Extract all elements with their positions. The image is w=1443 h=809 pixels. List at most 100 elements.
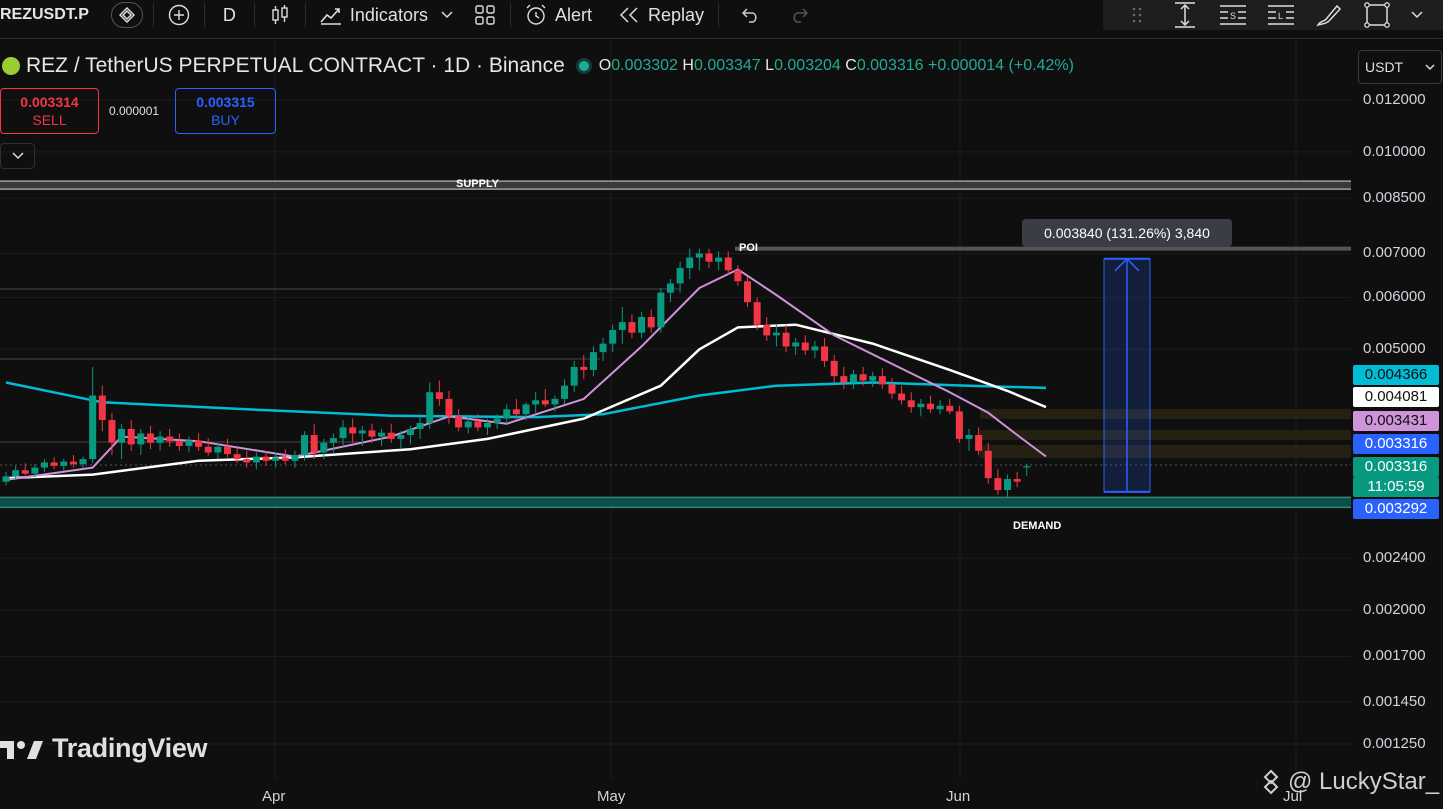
candle xyxy=(898,385,906,405)
candle-body xyxy=(204,446,212,453)
price-tick: 0.002400 xyxy=(1363,549,1426,567)
candle-body xyxy=(898,393,906,401)
low-key: L xyxy=(765,57,775,74)
candle-body xyxy=(532,400,540,405)
candle-body xyxy=(984,450,992,479)
candle-body xyxy=(358,430,366,434)
candle-body xyxy=(233,454,241,460)
candle xyxy=(435,380,443,406)
sell-price: 0.003314 xyxy=(20,94,79,110)
candle xyxy=(69,454,77,468)
candle xyxy=(561,379,569,405)
chart-title[interactable]: REZ / TetherUS PERPETUAL CONTRACT · 1D ·… xyxy=(26,54,565,78)
candle-body xyxy=(329,438,337,443)
high-value: 0.003347 xyxy=(693,57,761,74)
candle xyxy=(888,378,896,399)
spread-value: 0.000001 xyxy=(109,104,160,118)
price-label: 11:05:59 xyxy=(1353,477,1439,497)
candle xyxy=(666,278,674,303)
candle-body xyxy=(907,400,915,408)
candle-body xyxy=(561,385,569,399)
candle xyxy=(589,346,597,377)
chart-app: REZUSDT.P D Indicators Alert Replay S L … xyxy=(0,0,1443,809)
candle xyxy=(965,428,973,451)
candle xyxy=(2,471,10,486)
candle xyxy=(772,324,780,347)
candle-body xyxy=(782,332,790,347)
candle-body xyxy=(955,411,963,439)
candle xyxy=(734,265,742,286)
candle xyxy=(955,405,963,443)
candle xyxy=(339,420,347,447)
candle-body xyxy=(349,427,357,434)
candle xyxy=(243,450,251,468)
candle-body xyxy=(21,470,29,474)
candle-body xyxy=(175,441,183,446)
candle xyxy=(946,398,954,415)
demand-zone[interactable] xyxy=(0,497,1351,508)
watermark-text: TradingView xyxy=(52,733,208,763)
candle xyxy=(695,248,703,271)
candle xyxy=(647,309,655,333)
price-label: 0.003316 xyxy=(1353,434,1439,454)
buy-price: 0.003315 xyxy=(196,94,255,110)
candle-body xyxy=(137,433,145,445)
supply-zone[interactable] xyxy=(0,181,1351,190)
candle-body xyxy=(108,420,116,443)
candle xyxy=(291,450,299,468)
poi-line[interactable] xyxy=(735,246,1351,251)
price-label: 0.003316 xyxy=(1353,457,1439,477)
candle-body xyxy=(89,395,97,460)
candle-body xyxy=(724,257,732,271)
candle-body xyxy=(666,283,674,293)
candle-body xyxy=(657,292,665,328)
candle xyxy=(782,324,790,353)
sell-button[interactable]: 0.003314 SELL xyxy=(0,88,99,134)
candle-body xyxy=(878,376,886,385)
tradingview-watermark[interactable]: TradingView xyxy=(0,733,208,764)
candle xyxy=(705,248,713,269)
time-tick: Apr xyxy=(262,788,286,805)
currency-select[interactable]: USDT xyxy=(1358,50,1442,84)
candle-body xyxy=(676,268,684,284)
candle-body xyxy=(1023,466,1031,468)
time-tick: May xyxy=(597,788,626,805)
candle-body xyxy=(888,384,896,394)
measure-tool[interactable] xyxy=(1103,257,1151,493)
candle-body xyxy=(744,281,752,303)
candle-body xyxy=(156,436,164,443)
collapse-legend-button[interactable] xyxy=(0,143,35,169)
price-label: 0.004081 xyxy=(1353,387,1439,407)
candle xyxy=(609,324,617,353)
close-key: C xyxy=(845,57,857,74)
tradingview-logo-icon xyxy=(0,740,43,759)
price-label: 0.003292 xyxy=(1353,499,1439,519)
candle xyxy=(349,418,357,443)
price-tick: 0.005000 xyxy=(1363,340,1426,358)
price-tick: 0.007000 xyxy=(1363,244,1426,262)
buy-button[interactable]: 0.003315 BUY xyxy=(175,88,276,134)
order-block xyxy=(980,409,1351,419)
candle xyxy=(811,340,819,358)
candle-body xyxy=(792,342,800,347)
candle xyxy=(98,385,106,432)
candle-body xyxy=(994,478,1002,491)
price-tick: 0.008500 xyxy=(1363,189,1426,207)
ma-pink-line xyxy=(5,268,1047,481)
candle xyxy=(426,382,434,429)
candle-body xyxy=(406,428,414,436)
candle-body xyxy=(2,476,10,482)
candle-body xyxy=(975,435,983,451)
price-tick: 0.006000 xyxy=(1363,288,1426,306)
candle-body xyxy=(339,427,347,439)
candle-body xyxy=(243,459,251,463)
candle-body xyxy=(840,376,848,383)
candle-body xyxy=(830,360,838,377)
candle-body xyxy=(638,317,646,333)
candle-body xyxy=(474,421,482,428)
candle xyxy=(724,251,732,275)
candle xyxy=(455,409,463,432)
candle xyxy=(763,317,771,341)
candle-body xyxy=(541,400,549,405)
candle-body xyxy=(378,432,386,437)
